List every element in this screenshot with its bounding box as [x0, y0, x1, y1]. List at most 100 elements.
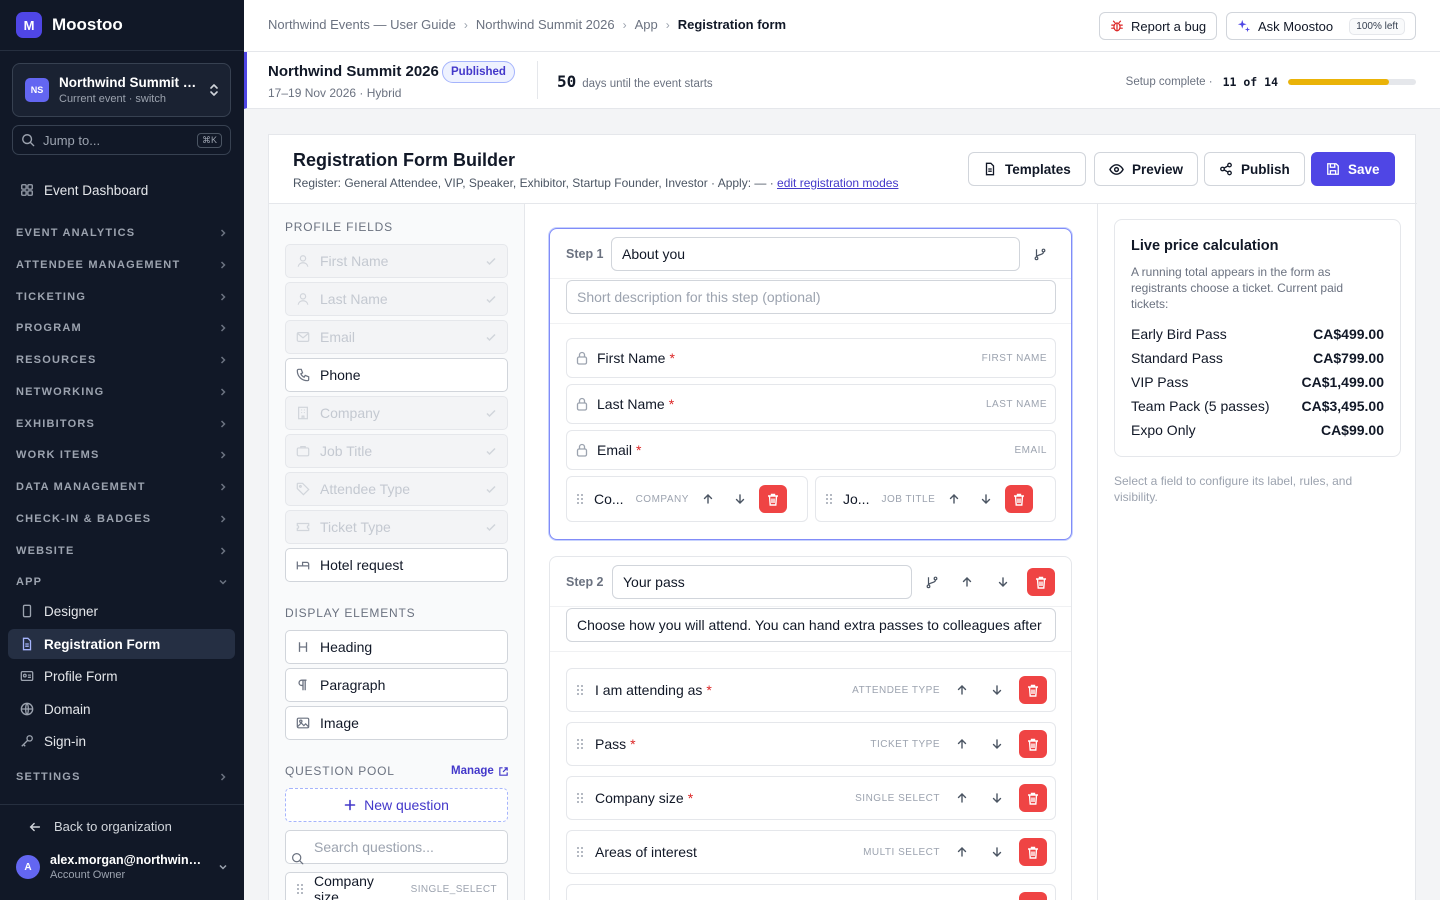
question-pool-item[interactable]: Company size SINGLE_SELECT: [285, 872, 508, 900]
profile-field-phone[interactable]: Phone: [285, 358, 508, 392]
form-step-2[interactable]: Step 2 Your pass Choose how you will att…: [549, 556, 1072, 900]
form-field-company-size[interactable]: Company size * SINGLE SELECT: [566, 776, 1056, 820]
nav-section-data-management[interactable]: DATA MANAGEMENT: [16, 481, 228, 493]
nav-section-label: EVENT ANALYTICS: [16, 227, 136, 239]
form-field-company[interactable]: Co... COMPANY: [566, 476, 808, 522]
display-element-image[interactable]: Image: [285, 706, 508, 740]
move-down-button[interactable]: [727, 486, 753, 512]
nav-section-event-analytics[interactable]: EVENT ANALYTICS: [16, 227, 228, 239]
form-field-first-name[interactable]: First Name * FIRST NAME: [566, 338, 1056, 378]
form-field-email[interactable]: Email * EMAIL: [566, 430, 1056, 470]
form-field-last-name[interactable]: Last Name * LAST NAME: [566, 384, 1056, 424]
display-element-heading[interactable]: Heading: [285, 630, 508, 664]
drag-handle-icon[interactable]: [576, 846, 584, 858]
move-up-button[interactable]: [949, 731, 975, 757]
delete-field-button[interactable]: [758, 485, 787, 513]
nav-item-profile-form[interactable]: Profile Form: [8, 661, 235, 691]
breadcrumb-item[interactable]: App: [635, 17, 658, 32]
nav-section-work-items[interactable]: WORK ITEMS: [16, 449, 228, 461]
form-field-areas-of-interest[interactable]: Areas of interest MULTI SELECT: [566, 830, 1056, 874]
form-field-job-title[interactable]: Jo... JOB TITLE: [815, 476, 1056, 522]
nav-section-resources[interactable]: RESOURCES: [16, 354, 228, 366]
modes-text: Register: General Attendee, VIP, Speaker…: [293, 176, 778, 190]
move-down-button[interactable]: [984, 839, 1010, 865]
display-element-paragraph[interactable]: Paragraph: [285, 668, 508, 702]
new-question-button[interactable]: New question: [285, 788, 508, 822]
move-step-up-button[interactable]: [954, 569, 980, 595]
delete-field-button[interactable]: [1019, 676, 1047, 704]
drag-handle-icon[interactable]: [576, 792, 584, 804]
delete-field-button[interactable]: [1019, 838, 1047, 866]
back-to-organization-link[interactable]: Back to organization: [28, 819, 172, 834]
form-field-ticket-type[interactable]: Pass * TICKET TYPE: [566, 722, 1056, 766]
manage-questions-link[interactable]: Manage: [451, 765, 509, 777]
move-step-down-button[interactable]: [990, 569, 1016, 595]
report-bug-button[interactable]: Report a bug: [1099, 12, 1218, 40]
templates-button[interactable]: Templates: [968, 152, 1086, 186]
step-description-input[interactable]: Choose how you will attend. You can hand…: [566, 608, 1056, 642]
move-up-button[interactable]: [949, 839, 975, 865]
nav-section-program[interactable]: PROGRAM: [16, 322, 228, 334]
chevron-right-icon: [218, 260, 228, 270]
profile-field-label: Email: [320, 329, 356, 345]
drag-handle-icon[interactable]: [576, 684, 584, 696]
move-down-button[interactable]: [973, 486, 999, 512]
publish-button[interactable]: Publish: [1204, 152, 1305, 186]
setup-progress[interactable]: Setup complete · 11 of 14: [1126, 75, 1416, 89]
preview-button[interactable]: Preview: [1094, 152, 1199, 186]
question-search-input[interactable]: Search questions...: [285, 830, 508, 865]
user-menu[interactable]: A alex.morgan@northwind-events.com Accou…: [16, 853, 228, 881]
brand[interactable]: M Moostoo: [16, 12, 123, 38]
nav-item-sign-in[interactable]: Sign-in: [8, 726, 235, 756]
nav-item-registration-form[interactable]: Registration Form: [8, 629, 235, 659]
step-title-input[interactable]: Your pass: [612, 565, 912, 599]
nav-section-networking[interactable]: NETWORKING: [16, 386, 228, 398]
nav-section-app[interactable]: APP: [16, 576, 228, 588]
move-up-button[interactable]: [949, 677, 975, 703]
nav-event-dashboard[interactable]: Event Dashboard: [8, 175, 235, 205]
drag-handle-icon[interactable]: [576, 738, 584, 750]
branch-logic-button[interactable]: [919, 569, 945, 595]
delete-field-button[interactable]: [1005, 485, 1034, 513]
form-field-partial[interactable]: [566, 884, 1056, 900]
move-down-button[interactable]: [984, 785, 1010, 811]
move-up-button[interactable]: [941, 486, 967, 512]
nav-section-exhibitors[interactable]: EXHIBITORS: [16, 418, 228, 430]
nav-section-website[interactable]: WEBSITE: [16, 545, 228, 557]
step-description-input[interactable]: Short description for this step (optiona…: [566, 280, 1056, 314]
move-down-button[interactable]: [984, 731, 1010, 757]
breadcrumb-item[interactable]: Northwind Summit 2026: [476, 17, 615, 32]
breadcrumb-item[interactable]: Northwind Events — User Guide: [268, 17, 456, 32]
chevron-down-icon: [218, 862, 228, 872]
delete-field-button[interactable]: [1019, 730, 1047, 758]
move-up-button[interactable]: [949, 785, 975, 811]
nav-section-attendee-management[interactable]: ATTENDEE MANAGEMENT: [16, 259, 228, 271]
jump-to-input[interactable]: Jump to... ⌘K: [12, 125, 231, 155]
step-title-input[interactable]: About you: [611, 237, 1020, 271]
nav-label: Registration Form: [44, 636, 161, 652]
event-switcher[interactable]: NS Northwind Summit 2026 Current event ·…: [12, 63, 231, 117]
ask-assistant-button[interactable]: Ask Moostoo 100% left: [1226, 12, 1416, 40]
delete-field-button[interactable]: [1019, 892, 1047, 900]
nav-section-check-in-badges[interactable]: CHECK-IN & BADGES: [16, 513, 228, 525]
branch-logic-button[interactable]: [1027, 241, 1053, 267]
profile-field-hotel-request[interactable]: Hotel request: [285, 548, 508, 582]
field-label: Company size: [595, 790, 684, 806]
nav-item-designer[interactable]: Designer: [8, 596, 235, 626]
check-icon: [485, 483, 497, 495]
delete-field-button[interactable]: [1019, 784, 1047, 812]
move-down-button[interactable]: [984, 677, 1010, 703]
delete-step-button[interactable]: [1027, 568, 1055, 596]
drag-handle-icon[interactable]: [576, 493, 584, 505]
nav-section-ticketing[interactable]: TICKETING: [16, 291, 228, 303]
form-step-1[interactable]: Step 1 About you Short description for t…: [549, 228, 1072, 540]
form-field-attendee-type[interactable]: I am attending as * ATTENDEE TYPE: [566, 668, 1056, 712]
breadcrumb: Northwind Events — User Guide › Northwin…: [268, 17, 786, 32]
nav-section-settings[interactable]: SETTINGS: [16, 771, 228, 783]
nav-section-label: WEBSITE: [16, 545, 75, 557]
nav-item-domain[interactable]: Domain: [8, 694, 235, 724]
drag-handle-icon[interactable]: [825, 493, 833, 505]
edit-registration-modes-link[interactable]: edit registration modes: [777, 176, 898, 190]
save-button[interactable]: Save: [1311, 152, 1395, 186]
move-up-button[interactable]: [695, 486, 721, 512]
